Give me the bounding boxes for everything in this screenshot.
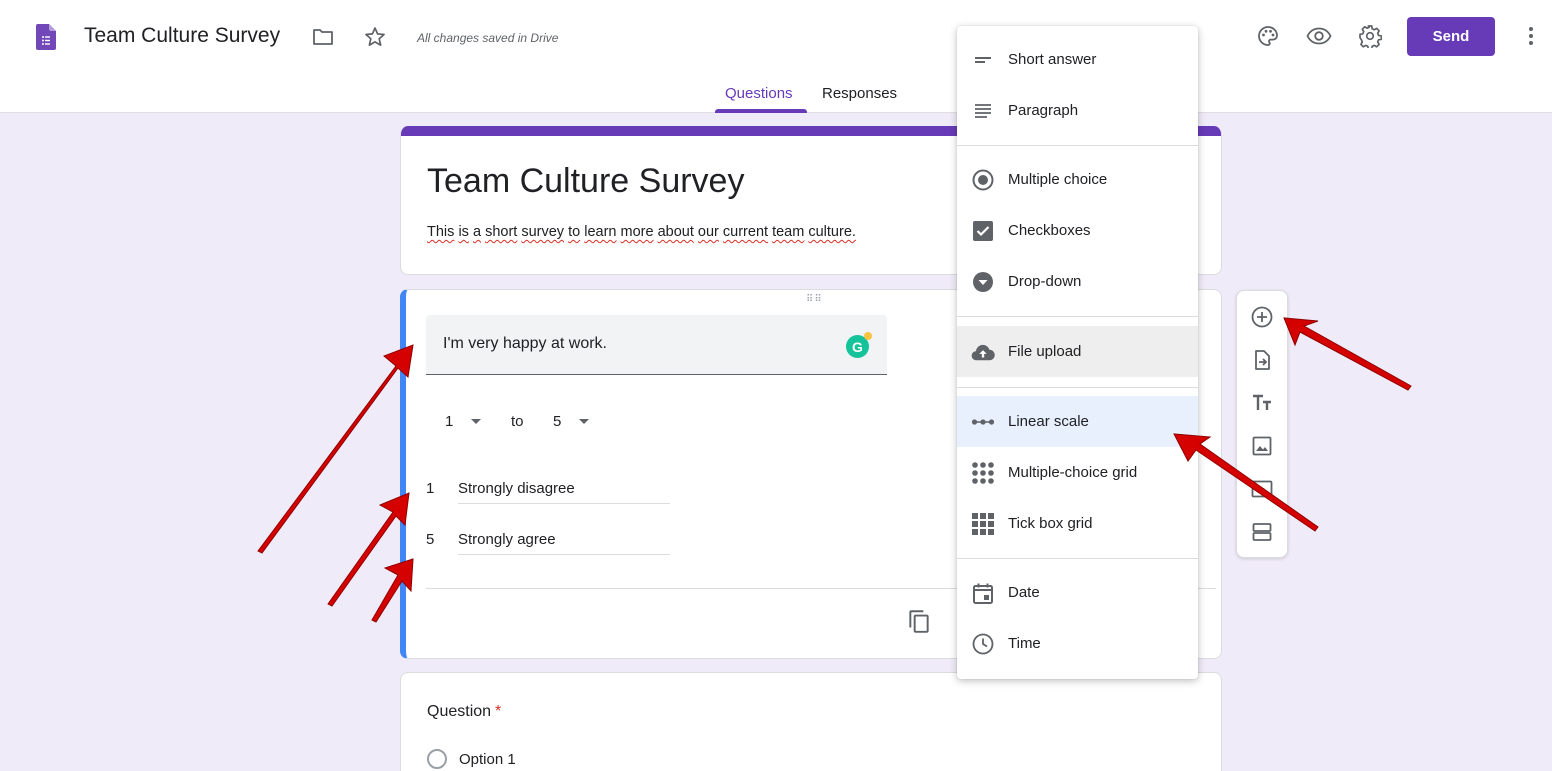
menu-item-tick-box-grid[interactable]: Tick box grid xyxy=(957,498,1198,549)
annotation-arrow xyxy=(327,492,410,607)
chevron-down-icon xyxy=(471,419,482,424)
import-questions-icon[interactable] xyxy=(1250,348,1274,372)
high-label-input[interactable]: Strongly agree xyxy=(458,531,670,555)
menu-item-paragraph[interactable]: Paragraph xyxy=(957,85,1198,136)
scale-to-select[interactable]: 5 xyxy=(553,413,590,430)
send-button[interactable]: Send xyxy=(1407,17,1495,56)
menu-divider xyxy=(957,558,1198,559)
high-label-number: 5 xyxy=(426,531,435,548)
option-1-text[interactable]: Option 1 xyxy=(459,751,516,768)
save-status: All changes saved in Drive xyxy=(417,31,559,45)
radio-button-icon xyxy=(971,168,995,192)
clock-icon xyxy=(971,632,995,656)
menu-item-time[interactable]: Time xyxy=(957,618,1198,669)
add-video-icon[interactable] xyxy=(1250,477,1274,501)
menu-item-multiple-choice[interactable]: Multiple choice xyxy=(957,154,1198,205)
menu-divider xyxy=(957,145,1198,146)
add-question-icon[interactable] xyxy=(1250,305,1274,329)
document-title[interactable]: Team Culture Survey xyxy=(84,24,280,48)
cloud-upload-icon xyxy=(971,340,995,364)
annotation-arrow xyxy=(257,344,414,554)
drag-handle-icon[interactable]: ⠿⠿ xyxy=(806,294,823,305)
question-2-label: Question * xyxy=(427,703,502,720)
linear-scale-icon xyxy=(971,410,995,434)
question-title-field[interactable]: I'm very happy at work. G xyxy=(426,315,887,375)
menu-item-dropdown[interactable]: Drop-down xyxy=(957,256,1198,307)
forms-doc-icon[interactable] xyxy=(36,24,56,50)
question-card-2[interactable]: Question * Option 1 xyxy=(400,672,1222,771)
add-image-icon[interactable] xyxy=(1250,434,1274,458)
checkbox-icon xyxy=(971,219,995,243)
menu-item-linear-scale[interactable]: Linear scale xyxy=(957,396,1198,447)
form-description[interactable]: This is a short survey to learn more abo… xyxy=(427,224,856,240)
form-title[interactable]: Team Culture Survey xyxy=(427,162,744,201)
option-radio-icon[interactable] xyxy=(427,749,447,769)
gear-icon[interactable] xyxy=(1357,23,1383,49)
grammarly-icon[interactable]: G xyxy=(846,332,872,358)
short-text-icon xyxy=(971,48,995,72)
annotation-arrow xyxy=(1283,317,1412,391)
tab-questions[interactable]: Questions xyxy=(725,85,793,102)
dropdown-circle-icon xyxy=(971,270,995,294)
paragraph-icon xyxy=(971,99,995,123)
menu-divider xyxy=(957,387,1198,388)
add-title-icon[interactable] xyxy=(1250,391,1274,415)
square-grid-icon xyxy=(971,512,995,536)
scale-from-select[interactable]: 1 xyxy=(445,413,482,430)
palette-icon[interactable] xyxy=(1255,23,1281,49)
menu-item-date[interactable]: Date xyxy=(957,567,1198,618)
calendar-icon xyxy=(971,581,995,605)
more-vert-icon[interactable] xyxy=(1518,23,1544,49)
chevron-down-icon xyxy=(579,419,590,424)
app-header: Team Culture Survey All changes saved in… xyxy=(0,0,1552,113)
tab-responses[interactable]: Responses xyxy=(822,85,897,102)
menu-item-checkboxes[interactable]: Checkboxes xyxy=(957,205,1198,256)
low-label-number: 1 xyxy=(426,480,435,497)
scale-to-text: to xyxy=(511,413,524,430)
duplicate-icon[interactable] xyxy=(906,608,932,634)
star-icon[interactable] xyxy=(362,24,388,50)
menu-item-multiple-choice-grid[interactable]: Multiple-choice grid xyxy=(957,447,1198,498)
question-type-menu: Short answer Paragraph Multiple choice C… xyxy=(957,26,1198,679)
dot-grid-icon xyxy=(971,461,995,485)
folder-icon[interactable] xyxy=(310,24,336,50)
menu-divider xyxy=(957,316,1198,317)
eye-icon[interactable] xyxy=(1306,23,1332,49)
menu-item-file-upload[interactable]: File upload xyxy=(957,326,1198,377)
menu-item-short-answer[interactable]: Short answer xyxy=(957,34,1198,85)
floating-toolbar xyxy=(1236,290,1288,558)
active-tab-indicator xyxy=(715,109,807,113)
question-title-text: I'm very happy at work. xyxy=(443,335,607,352)
low-label-input[interactable]: Strongly disagree xyxy=(458,480,670,504)
required-mark: * xyxy=(495,703,502,720)
add-section-icon[interactable] xyxy=(1250,520,1274,544)
